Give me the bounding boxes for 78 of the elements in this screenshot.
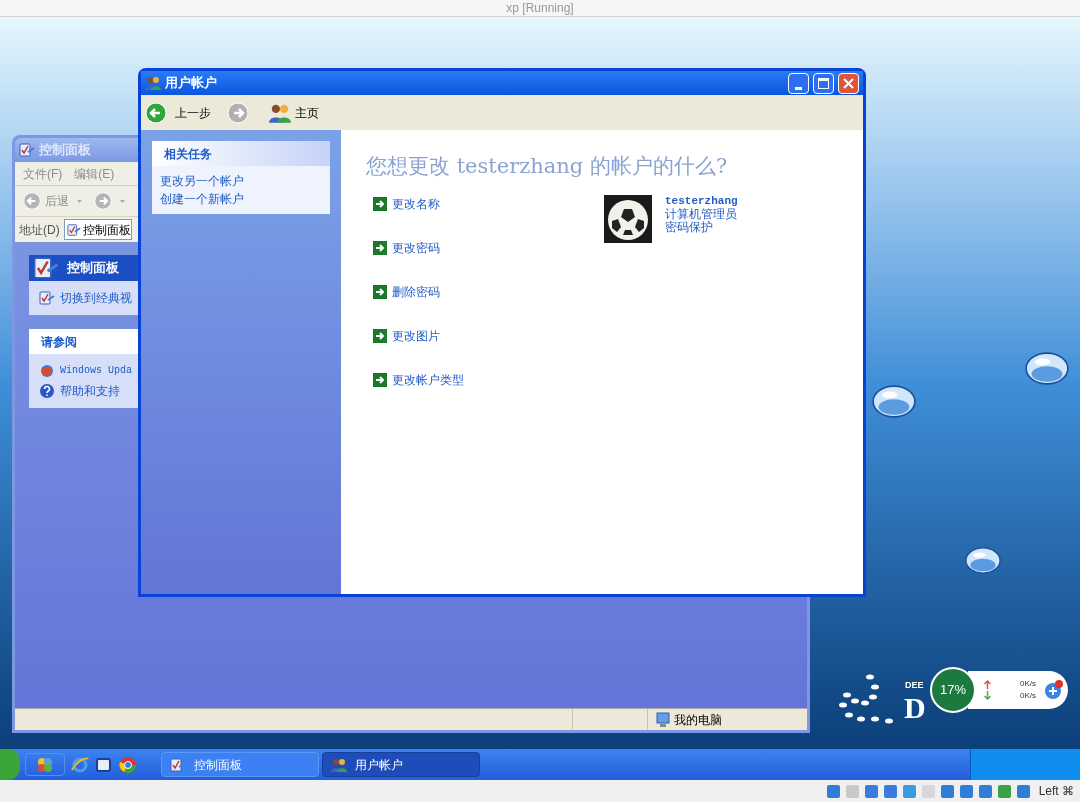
page-heading: 您想更改 testerzhang 的帐户的什么? — [366, 153, 728, 180]
upload-speed: 0K/s — [1020, 678, 1036, 690]
device-icon[interactable] — [882, 783, 898, 799]
arrow-icon — [373, 240, 387, 255]
home-button[interactable]: 主页 — [269, 101, 319, 124]
account-name: testerzhang — [665, 194, 738, 208]
back-button[interactable]: 上一步 — [145, 101, 211, 124]
globe-icon — [39, 362, 55, 378]
device-icon[interactable] — [901, 783, 917, 799]
arrow-icon — [373, 328, 387, 343]
quick-launch-button[interactable] — [25, 753, 65, 776]
control-panel-icon — [39, 290, 55, 306]
minimize-icon — [795, 86, 802, 90]
computer-icon — [656, 711, 670, 728]
action-link[interactable]: 更改帐户类型 — [392, 370, 464, 389]
action-link[interactable]: 更改图片 — [392, 326, 440, 345]
pane-title: 请参阅 — [41, 333, 77, 351]
download-arrow-icon — [984, 691, 991, 700]
device-icon[interactable] — [939, 783, 955, 799]
users-icon — [331, 756, 347, 773]
logo-text: DEE — [905, 679, 924, 692]
desktop-icon[interactable] — [95, 755, 113, 774]
device-icon[interactable] — [863, 783, 879, 799]
pane-title: 控制面板 — [67, 259, 119, 278]
logo-icon — [37, 756, 53, 773]
upload-arrow-icon — [984, 680, 991, 689]
water-drop-drawing — [1025, 352, 1069, 385]
account-type: 计算机管理员 — [665, 207, 738, 221]
pane-title: 相关任务 — [164, 145, 212, 163]
control-panel-icon — [66, 222, 81, 237]
pane-link[interactable]: Windows Upda — [60, 362, 132, 378]
water-drop-drawing — [872, 385, 916, 418]
window-title: 控制面板 — [39, 141, 91, 160]
maximize-button[interactable] — [813, 72, 834, 94]
arrow-icon — [373, 284, 387, 299]
device-icon[interactable] — [1015, 783, 1031, 799]
device-icon[interactable] — [825, 783, 841, 799]
help-icon — [39, 383, 55, 399]
account-status: 密码保护 — [665, 220, 713, 234]
download-speed: 0K/s — [1020, 690, 1036, 702]
device-icon[interactable] — [958, 783, 974, 799]
start-button[interactable] — [0, 749, 20, 780]
account-picture — [604, 194, 652, 243]
logo-text: D — [904, 693, 926, 723]
users-icon — [145, 75, 161, 91]
pane-link[interactable]: 切换到经典视 — [60, 289, 132, 307]
close-icon — [843, 77, 854, 89]
browser-icon[interactable] — [71, 755, 89, 774]
device-icon[interactable] — [996, 783, 1012, 799]
cpu-reading: 17% — [940, 681, 966, 700]
control-panel-icon — [19, 142, 35, 158]
water-drop-drawing — [965, 547, 1001, 574]
device-icon[interactable] — [977, 783, 993, 799]
action-link[interactable]: 删除密码 — [392, 282, 440, 301]
address-label: 地址(D) — [19, 221, 60, 239]
action-link[interactable]: 更改密码 — [392, 238, 440, 257]
control-panel-icon — [170, 756, 186, 773]
status-text: 我的电脑 — [674, 711, 722, 729]
address-field[interactable]: 控制面板 — [63, 219, 132, 240]
action-link[interactable]: 更改名称 — [392, 194, 440, 213]
caret-icon — [77, 199, 82, 203]
host-key-label: Left ⌘ — [1038, 783, 1074, 800]
close-button[interactable] — [838, 72, 859, 94]
plus-icon[interactable] — [1044, 680, 1064, 700]
taskbar-button[interactable]: 用户帐户 — [322, 752, 480, 777]
caret-icon — [120, 199, 125, 203]
task-link[interactable]: 创建一个新帐户 — [160, 190, 244, 208]
pane-link[interactable]: 帮助和支持 — [60, 382, 120, 400]
task-link[interactable]: 更改另一个帐户 — [160, 172, 244, 190]
host-title: xp [Running] — [506, 0, 574, 17]
taskbar-button[interactable]: 控制面板 — [161, 752, 319, 777]
arrow-icon — [373, 196, 387, 211]
maximize-icon — [818, 77, 829, 89]
minimize-button[interactable] — [788, 72, 809, 94]
arrow-icon — [373, 372, 387, 387]
window-title: 用户帐户 — [165, 74, 218, 93]
control-panel-icon — [33, 255, 59, 281]
browser-icon[interactable] — [119, 755, 137, 774]
